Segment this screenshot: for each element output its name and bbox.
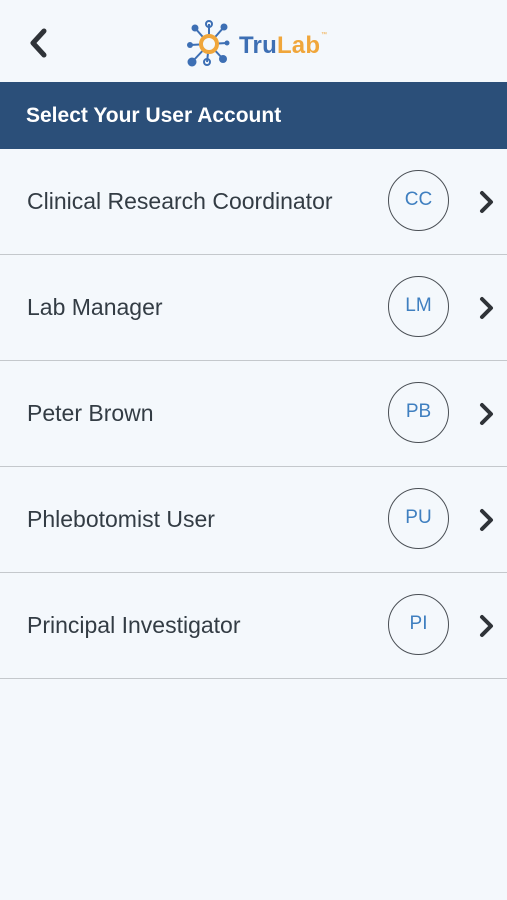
avatar: PB xyxy=(388,382,449,443)
account-name: Peter Brown xyxy=(27,400,154,426)
chevron-right-icon xyxy=(480,403,493,425)
account-name: Principal Investigator xyxy=(27,612,241,638)
account-item-principal-investigator[interactable]: Principal Investigator PI xyxy=(0,573,507,679)
account-name: Lab Manager xyxy=(27,294,163,320)
chevron-right-icon xyxy=(480,509,493,531)
logo-wordmark: TruLab xyxy=(239,32,320,60)
molecule-logo-icon xyxy=(187,20,230,67)
chevron-right-icon xyxy=(480,297,493,319)
account-item-lab-manager[interactable]: Lab Manager LM xyxy=(0,255,507,361)
avatar: CC xyxy=(388,170,449,231)
chevron-right-icon xyxy=(480,615,493,637)
avatar: LM xyxy=(388,276,449,337)
section-header: Select Your User Account xyxy=(0,82,507,149)
account-list: Clinical Research Coordinator CC Lab Man… xyxy=(0,149,507,679)
account-item-clinical-research-coordinator[interactable]: Clinical Research Coordinator CC xyxy=(0,149,507,255)
account-name: Phlebotomist User xyxy=(27,506,215,532)
chevron-left-icon xyxy=(30,28,47,58)
logo-lab-text: Lab xyxy=(276,32,321,59)
account-item-phlebotomist-user[interactable]: Phlebotomist User PU xyxy=(0,467,507,573)
page-title: Select Your User Account xyxy=(26,104,282,127)
logo-trademark: ™ xyxy=(321,32,327,38)
avatar: PI xyxy=(388,594,449,655)
trulab-logo: TruLab ™ xyxy=(183,18,333,70)
avatar: PU xyxy=(388,488,449,549)
account-name: Clinical Research Coordinator xyxy=(27,188,333,214)
chevron-right-icon xyxy=(480,191,493,213)
back-button[interactable] xyxy=(22,22,58,64)
account-item-peter-brown[interactable]: Peter Brown PB xyxy=(0,361,507,467)
logo-tru-text: Tru xyxy=(239,32,277,59)
top-bar: TruLab ™ xyxy=(0,0,507,82)
